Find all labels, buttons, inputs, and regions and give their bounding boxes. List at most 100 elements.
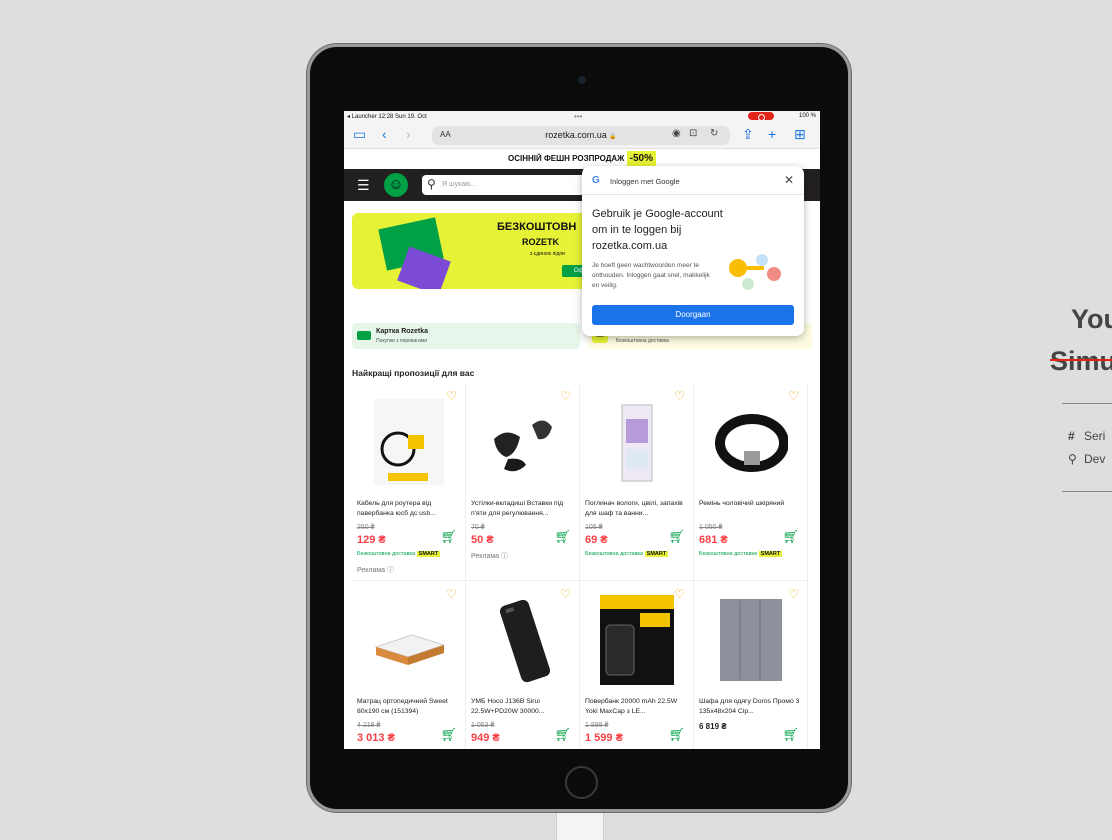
location-pin-icon: ⚲	[1068, 452, 1077, 466]
product-old-price: 1 050 ₴	[699, 524, 723, 531]
product-card[interactable]: ♡ Поглинач вологи, цвілі, запахів для ша…	[580, 383, 694, 581]
wishlist-heart-icon[interactable]: ♡	[674, 389, 685, 403]
rozetka-card-promo[interactable]: Картка Rozetka Покупки з перевагами	[352, 323, 580, 349]
product-image-belt	[715, 409, 788, 479]
promo-text: ОСІННІЙ ФЕШН РОЗПРОДАЖ	[507, 154, 625, 163]
serial-row: # Seri	[1068, 429, 1106, 443]
product-card[interactable]: ♡ Повербанк 20000 mAh 22.5W Yoki MaxCap …	[580, 581, 694, 749]
menu-icon[interactable]: ☰	[357, 178, 370, 192]
promo-discount: -50%	[626, 151, 657, 166]
tabs-overview-icon[interactable]: ⊞	[794, 126, 806, 142]
product-image-mattress	[374, 634, 446, 665]
wishlist-heart-icon[interactable]: ♡	[788, 587, 799, 601]
delivery-subtitle: Безкоштовна доставка	[616, 338, 669, 344]
product-name[interactable]: Поглинач вологи, цвілі, запахів для шаф …	[585, 499, 689, 519]
sidebar-icon[interactable]: ▭	[353, 126, 366, 142]
ad-label[interactable]: Реклама ⓘ	[471, 551, 508, 561]
back-icon[interactable]: ‹	[382, 126, 387, 142]
device-row: ⚲ Dev	[1068, 452, 1106, 466]
product-price: 129 ₴	[357, 534, 386, 546]
product-old-price: 250 ₴	[357, 524, 375, 531]
ad-label[interactable]: Реклама ⓘ	[357, 565, 394, 575]
wishlist-heart-icon[interactable]: ♡	[560, 587, 571, 601]
divider	[1062, 403, 1112, 404]
product-old-price: 105 ₴	[585, 524, 603, 531]
free-delivery-label: Безкоштовна доставка SMART	[357, 551, 441, 557]
product-name[interactable]: Матрац ортопедичний Sweet 80x190 см (151…	[357, 697, 461, 717]
product-name[interactable]: Устілки-вкладиші Вставки під п'яти для р…	[471, 499, 575, 519]
add-to-cart-icon[interactable]: 🛒︎	[440, 529, 457, 545]
popup-header: Inloggen met Google	[610, 177, 680, 186]
tablet-screen: ◂ Launcher 12:28 Sun 19. Oct ••• 100 % ▭…	[344, 111, 820, 749]
status-bar: ◂ Launcher 12:28 Sun 19. Oct ••• 100 %	[344, 111, 820, 121]
continue-button[interactable]: Doorgaan	[592, 305, 794, 325]
screen-record-icon	[748, 112, 774, 121]
product-name[interactable]: Повербанк 20000 mAh 22.5W Yoki MaxCap з …	[585, 697, 689, 717]
add-to-cart-icon[interactable]: 🛒︎	[668, 529, 685, 545]
wishlist-heart-icon[interactable]: ♡	[446, 389, 457, 403]
product-old-price: 70 ₴	[471, 524, 485, 531]
translate-icon[interactable]: ⊡	[689, 128, 697, 139]
product-card[interactable]: ♡ Матрац ортопедичний Sweet 80x190 см (1…	[352, 581, 466, 749]
add-to-cart-icon[interactable]: 🛒︎	[440, 727, 457, 743]
add-to-cart-icon[interactable]: 🛒︎	[668, 727, 685, 743]
product-image-insoles	[494, 420, 552, 472]
add-to-cart-icon[interactable]: 🛒︎	[554, 727, 571, 743]
hash-icon: #	[1068, 429, 1075, 443]
product-image-wardrobe	[720, 599, 782, 681]
hero-banner[interactable]: БЕЗКОШТОВН ROZETK з єдиною підпи Офор	[352, 213, 612, 289]
product-price: 6 819 ₴	[699, 722, 727, 731]
product-name[interactable]: Кабель для роутера від павербанка юсб дс…	[357, 499, 461, 519]
product-name[interactable]: Шафа для одягу Doros Промо 3 135x48x204 …	[699, 697, 803, 717]
product-image-powerbank-yoki	[600, 595, 674, 685]
extension-icon[interactable]: ◉	[672, 128, 681, 139]
battery-level: 100 %	[798, 113, 816, 119]
close-icon[interactable]: ✕	[784, 173, 794, 187]
product-price: 3 013 ₴	[357, 732, 395, 744]
add-to-cart-icon[interactable]: 🛒︎	[782, 529, 799, 545]
card-icon	[357, 331, 371, 340]
rozetka-logo[interactable]: ☺	[384, 173, 408, 197]
popup-description: Je hoeft geen wachtwoorden meer te ontho…	[592, 262, 710, 289]
product-old-price: 1 053 ₴	[471, 722, 495, 729]
divider	[1062, 491, 1112, 492]
new-tab-icon[interactable]: +	[768, 126, 776, 142]
product-name[interactable]: Ремінь чоловічий шкіряний	[699, 499, 803, 519]
front-camera	[578, 76, 586, 84]
add-to-cart-icon[interactable]: 🛒︎	[782, 727, 799, 743]
product-price: 1 599 ₴	[585, 732, 623, 744]
wishlist-heart-icon[interactable]: ♡	[674, 587, 685, 601]
url-text: rozetka.com.ua 🔒	[545, 130, 617, 140]
card-title: Картка Rozetka	[376, 328, 429, 335]
product-card[interactable]: ♡ Ремінь чоловічий шкіряний 1 050 ₴ 681 …	[694, 383, 808, 581]
side-panel-title: You	[1071, 304, 1112, 334]
product-card[interactable]: ♡ УМБ Hoco J136B Sirui 22.5W+PD20W 30000…	[466, 581, 580, 749]
search-input[interactable]: ⚲ Я шукаю...	[422, 175, 592, 195]
multitask-dots[interactable]: •••	[574, 112, 582, 121]
product-image-absorber	[621, 404, 653, 482]
address-bar[interactable]: AA rozetka.com.ua 🔒 ◉ ⊡ ↻	[432, 126, 730, 145]
tablet-device: ◂ Launcher 12:28 Sun 19. Oct ••• 100 % ▭…	[307, 44, 851, 812]
search-icon: ⚲	[427, 177, 436, 191]
forward-icon[interactable]: ›	[406, 126, 411, 142]
reload-icon[interactable]: ↻	[710, 128, 718, 139]
wishlist-heart-icon[interactable]: ♡	[446, 587, 457, 601]
product-card[interactable]: ♡ Устілки-вкладиші Вставки під п'яти для…	[466, 383, 580, 581]
product-card[interactable]: ♡ Шафа для одягу Doros Промо 3 135x48x20…	[694, 581, 808, 749]
browser-toolbar: ▭ ‹ › AA rozetka.com.ua 🔒 ◉ ⊡ ↻ ⇪ + ⊞	[344, 121, 820, 149]
google-signin-popup: G Inloggen met Google ✕ Gebruik je Googl…	[582, 166, 804, 336]
add-to-cart-icon[interactable]: 🛒︎	[554, 529, 571, 545]
product-image-powerbank-hoco	[499, 599, 551, 683]
product-card[interactable]: ♡ Кабель для роутера від павербанка юсб …	[352, 383, 466, 581]
banner-brand: ROZETK	[522, 237, 559, 247]
search-placeholder: Я шукаю...	[442, 181, 477, 188]
wishlist-heart-icon[interactable]: ♡	[788, 389, 799, 403]
product-image-cable	[374, 399, 444, 485]
product-price: 681 ₴	[699, 534, 728, 546]
free-delivery-label: Безкоштовна доставка SMART	[699, 551, 783, 557]
home-button[interactable]	[565, 766, 598, 799]
wishlist-heart-icon[interactable]: ♡	[560, 389, 571, 403]
banner-subtext: з єдиною підпи	[530, 251, 565, 257]
share-icon[interactable]: ⇪	[742, 126, 754, 142]
product-name[interactable]: УМБ Hoco J136B Sirui 22.5W+PD20W 30000..…	[471, 697, 575, 717]
